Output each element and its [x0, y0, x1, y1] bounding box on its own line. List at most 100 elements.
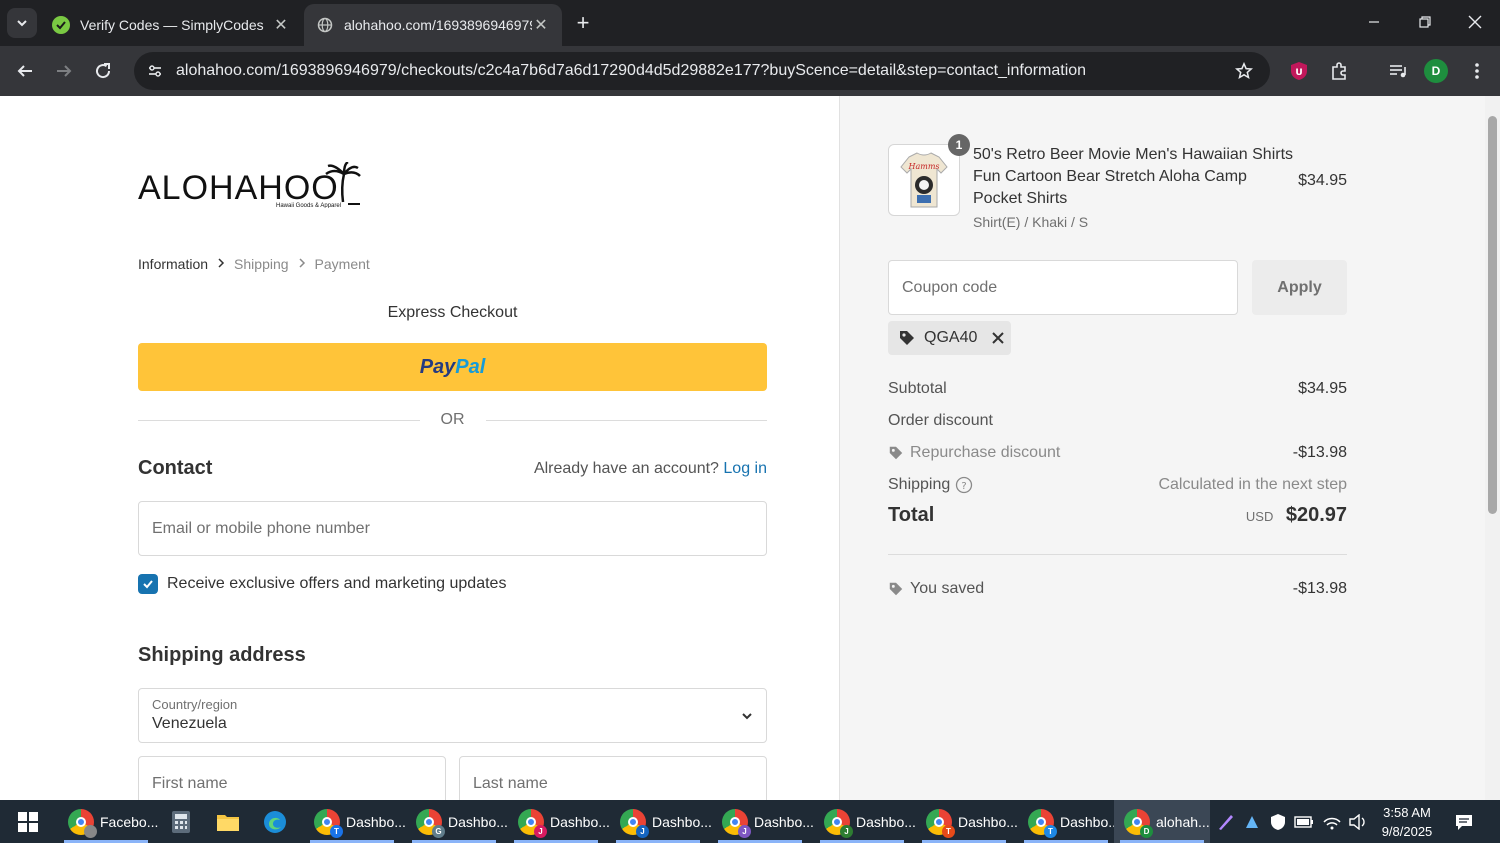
tab-search-button[interactable] — [7, 8, 37, 38]
site-info-icon[interactable] — [138, 56, 172, 86]
remove-coupon-icon[interactable] — [991, 331, 1005, 345]
url-text: alohahoo.com/1693896946979/checkouts/c2c… — [176, 62, 1087, 79]
last-name-placeholder: Last name — [473, 774, 548, 792]
new-tab-button[interactable]: + — [570, 10, 596, 36]
notification-center-icon[interactable] — [1454, 812, 1474, 832]
country-label: Country/region — [152, 697, 238, 712]
account-prompt: Already have an account? Log in — [534, 460, 767, 478]
country-select[interactable]: Country/region Venezuela — [138, 688, 767, 743]
repurchase-discount-row: Repurchase discount -$13.98 — [888, 444, 1347, 462]
simplycodes-favicon-icon — [52, 16, 70, 34]
svg-text:U: U — [1295, 68, 1302, 78]
taskbar-app-facebook[interactable]: Facebo... — [58, 800, 158, 843]
tag-icon — [888, 445, 904, 461]
apply-coupon-button[interactable]: Apply — [1252, 260, 1347, 315]
taskbar-app-alohahoo[interactable]: D alohah... — [1114, 800, 1210, 843]
taskbar-app-label: Facebo... — [100, 813, 159, 830]
browser-toolbar: alohahoo.com/1693896946979/checkouts/c2c… — [0, 46, 1500, 96]
you-saved-label: You saved — [910, 580, 985, 597]
scrollbar-thumb[interactable] — [1488, 116, 1497, 514]
calculator-icon[interactable] — [166, 807, 196, 837]
wifi-icon[interactable] — [1322, 812, 1342, 832]
chrome-menu-icon[interactable] — [1462, 56, 1492, 86]
first-name-placeholder: First name — [152, 774, 228, 792]
chrome-icon: T — [926, 808, 955, 838]
taskbar-app-dashboard[interactable]: G Dashbo... — [406, 800, 508, 843]
marketing-checkbox[interactable] — [138, 574, 158, 594]
order-discount-label: Order discount — [888, 412, 993, 429]
first-name-field[interactable]: First name — [138, 756, 446, 800]
shipping-label: Shipping — [888, 476, 951, 493]
taskbar-app-label: Dashbo... — [958, 813, 1018, 830]
taskbar-clock[interactable]: 3:58 AM 9/8/2025 — [1378, 803, 1436, 841]
profile-avatar[interactable]: D — [1421, 56, 1451, 86]
chrome-icon: T — [314, 808, 343, 838]
shipping-row: Shipping ? Calculated in the next step — [888, 476, 1347, 494]
minimize-icon[interactable] — [1357, 6, 1391, 38]
chevron-down-icon — [17, 20, 27, 27]
bookmark-star-icon[interactable] — [1232, 59, 1256, 83]
repurchase-discount-label: Repurchase discount — [910, 444, 1061, 461]
taskbar-app-dashboard[interactable]: T Dashbo... — [916, 800, 1018, 843]
product-variant: Shirt(E) / Khaki / S — [973, 214, 1089, 230]
media-control-icon[interactable] — [1383, 56, 1413, 86]
login-link[interactable]: Log in — [723, 460, 767, 477]
or-divider: OR — [138, 410, 767, 430]
pen-tray-icon[interactable] — [1216, 812, 1236, 832]
alohahoo-logo[interactable]: ALOHAHOO Hawaii Goods & Apparel — [138, 160, 362, 209]
page-scrollbar[interactable] — [1485, 96, 1500, 800]
product-price: $34.95 — [1298, 172, 1347, 189]
extensions-puzzle-icon[interactable] — [1324, 56, 1354, 86]
chevron-right-icon — [217, 257, 225, 271]
tag-icon — [888, 581, 904, 597]
ublock-extension-icon[interactable]: U — [1284, 56, 1314, 86]
order-discount-row: Order discount — [888, 412, 1347, 430]
coupon-placeholder: Coupon code — [902, 278, 998, 296]
help-circle-icon[interactable]: ? — [955, 476, 973, 494]
taskbar-app-label: Dashbo... — [1060, 813, 1120, 830]
app-tray-icon[interactable] — [1242, 812, 1262, 832]
tab-close-icon[interactable]: ✕ — [272, 16, 290, 34]
volume-icon[interactable] — [1348, 812, 1368, 832]
express-checkout-title: Express Checkout — [387, 304, 518, 321]
taskbar-app-dashboard[interactable]: J Dashbo... — [610, 800, 712, 843]
taskbar-app-label: alohah... — [1156, 813, 1210, 830]
taskbar-app-dashboard[interactable]: J Dashbo... — [712, 800, 814, 843]
paypal-button[interactable]: Pay Pal — [138, 343, 767, 391]
file-explorer-icon[interactable] — [213, 807, 243, 837]
last-name-field[interactable]: Last name — [459, 756, 767, 800]
checkout-main: ALOHAHOO Hawaii Goods & Apparel Informat… — [0, 96, 839, 800]
email-field[interactable]: Email or mobile phone number — [138, 501, 767, 556]
tab-alohahoo[interactable]: alohahoo.com/1693896946979/ ✕ — [304, 4, 562, 46]
breadcrumb: Information Shipping Payment — [138, 256, 370, 272]
windows-start-icon[interactable] — [8, 806, 48, 838]
security-tray-icon[interactable] — [1268, 812, 1288, 832]
taskbar-app-dashboard[interactable]: J Dashbo... — [814, 800, 916, 843]
breadcrumb-information[interactable]: Information — [138, 256, 208, 272]
paypal-logo-pal: Pal — [455, 355, 486, 378]
restore-icon[interactable] — [1408, 6, 1442, 38]
total-label: Total — [888, 504, 935, 526]
back-button[interactable] — [10, 56, 40, 86]
tab-close-icon[interactable]: ✕ — [532, 16, 550, 34]
taskbar-app-dashboard[interactable]: J Dashbo... — [508, 800, 610, 843]
contact-heading: Contact — [138, 457, 213, 479]
taskbar-app-label: Dashbo... — [856, 813, 916, 830]
svg-text:ALOHAHOO: ALOHAHOO — [138, 169, 339, 207]
forward-button[interactable] — [49, 56, 79, 86]
checkout-page: ALOHAHOO Hawaii Goods & Apparel Informat… — [0, 96, 1500, 800]
address-bar[interactable]: alohahoo.com/1693896946979/checkouts/c2c… — [134, 52, 1270, 90]
battery-icon[interactable] — [1294, 812, 1314, 832]
chrome-icon: J — [620, 808, 649, 838]
reload-button[interactable] — [88, 56, 118, 86]
tab-simplycodes[interactable]: Verify Codes — SimplyCodes ✕ — [40, 4, 302, 46]
chrome-icon — [68, 808, 97, 838]
product-thumbnail: Hamms 1 — [888, 134, 970, 216]
taskbar-app-dashboard[interactable]: T Dashbo... — [304, 800, 406, 843]
marketing-opt-in[interactable]: Receive exclusive offers and marketing u… — [138, 574, 506, 594]
taskbar-app-label: Dashbo... — [346, 813, 406, 830]
taskbar-app-dashboard[interactable]: T Dashbo... — [1018, 800, 1120, 843]
edge-icon[interactable] — [260, 807, 290, 837]
close-window-icon[interactable] — [1458, 6, 1492, 38]
coupon-code-field[interactable]: Coupon code — [888, 260, 1238, 315]
